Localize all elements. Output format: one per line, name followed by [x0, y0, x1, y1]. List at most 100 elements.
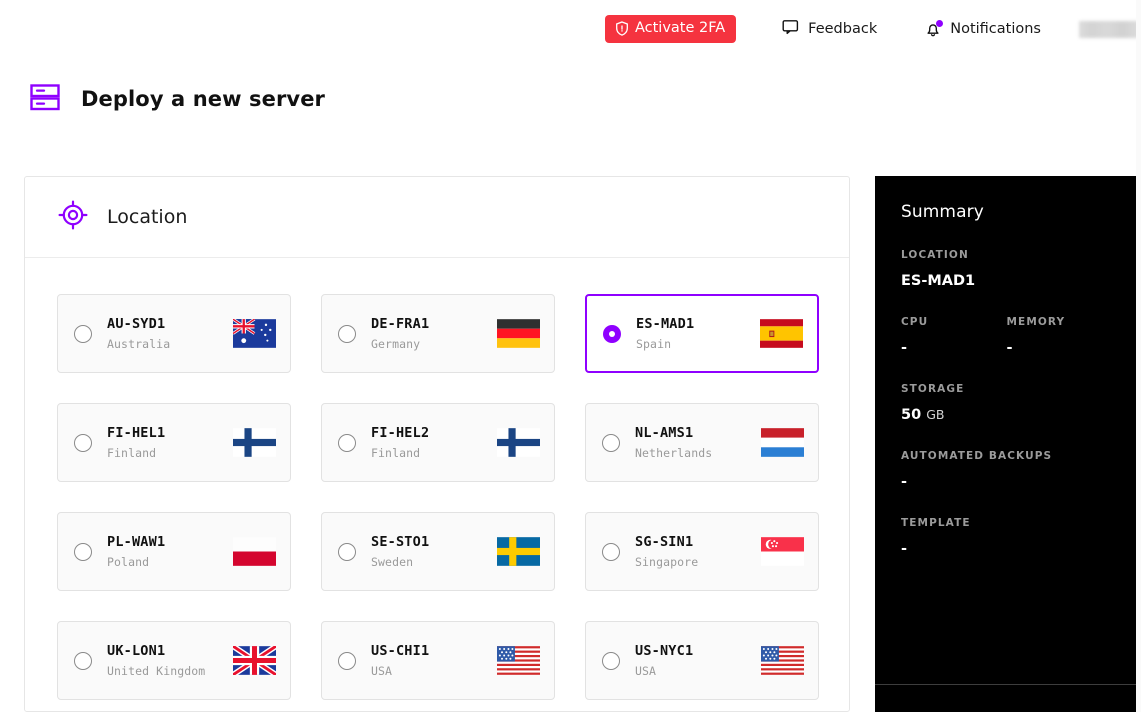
location-card-nl-ams1[interactable]: NL-AMS1 Netherlands: [585, 403, 819, 482]
location-country: Singapore: [635, 555, 699, 569]
location-card-text: US-CHI1 USA: [371, 643, 429, 678]
location-radio-sg-sin1[interactable]: [602, 542, 620, 561]
location-country: United Kingdom: [107, 664, 206, 678]
flag-icon-de: [497, 319, 540, 348]
location-card-uk-lon1[interactable]: UK-LON1 United Kingdom: [57, 621, 291, 700]
summary-cpu-label: CPU: [901, 316, 929, 328]
page-title: Deploy a new server: [81, 87, 326, 111]
location-radio-us-nyc1[interactable]: [602, 651, 620, 670]
flag-icon-us: [761, 646, 804, 675]
summary-template-label: TEMPLATE: [901, 517, 971, 529]
location-radio-de-fra1[interactable]: [338, 324, 356, 343]
feedback-label: Feedback: [808, 21, 878, 37]
location-country: Finland: [107, 446, 157, 460]
flag-icon-nl: [761, 428, 804, 457]
location-card-de-fra1[interactable]: DE-FRA1 Germany: [321, 294, 555, 373]
location-card-text: ES-MAD1 Spain: [636, 316, 694, 351]
location-code: FI-HEL1: [107, 425, 166, 441]
notifications-label: Notifications: [950, 21, 1041, 37]
summary-storage-unit: GB: [926, 407, 945, 422]
summary-memory-value: -: [1006, 340, 1013, 356]
summary-memory-block: MEMORY -: [1007, 316, 1113, 356]
location-card-au-syd1[interactable]: AU-SYD1 Australia: [57, 294, 291, 373]
location-code: SE-STO1: [371, 534, 430, 550]
location-code: FI-HEL2: [371, 425, 430, 441]
location-radio-es-mad1[interactable]: [603, 324, 621, 343]
location-card-text: NL-AMS1 Netherlands: [635, 425, 712, 460]
location-card-se-sto1[interactable]: SE-STO1 Sweden: [321, 512, 555, 591]
flag-icon-uk: [233, 646, 276, 675]
activate-2fa-button[interactable]: Activate 2FA: [604, 15, 737, 43]
flag-icon-us: [497, 646, 540, 675]
location-code: SG-SIN1: [635, 534, 694, 550]
activate-2fa-label: Activate 2FA: [634, 20, 726, 37]
location-country: Finland: [371, 446, 421, 460]
summary-memory-label: MEMORY: [1006, 316, 1066, 328]
server-icon: [28, 80, 62, 118]
notifications-button[interactable]: Notifications: [925, 19, 1041, 38]
location-card-text: FI-HEL1 Finland: [107, 425, 165, 460]
location-grid: AU-SYD1 Australia DE-FRA1 Germany ES-MAD1 S…: [25, 258, 849, 700]
page-heading: Deploy a new server: [28, 80, 325, 118]
location-radio-nl-ams1[interactable]: [602, 433, 620, 452]
location-panel: Location AU-SYD1 Australia DE-FRA1 Germany…: [24, 176, 850, 712]
notification-badge-dot: [936, 19, 944, 27]
location-radio-se-sto1[interactable]: [338, 542, 356, 561]
location-code: UK-LON1: [107, 643, 166, 659]
summary-location-block: LOCATION ES-MAD1: [901, 249, 1112, 289]
summary-backups-label: AUTOMATED BACKUPS: [901, 450, 1053, 462]
location-country: Poland: [107, 555, 150, 569]
summary-storage-number: 50: [901, 407, 922, 423]
location-code: PL-WAW1: [107, 534, 166, 550]
summary-divider: [875, 684, 1136, 685]
summary-storage-label: STORAGE: [901, 383, 965, 395]
location-card-text: AU-SYD1 Australia: [107, 316, 170, 351]
location-country: USA: [371, 664, 393, 678]
location-code: ES-MAD1: [636, 316, 695, 332]
location-card-es-mad1[interactable]: ES-MAD1 Spain: [585, 294, 819, 373]
location-code: NL-AMS1: [635, 425, 694, 441]
location-country: Netherlands: [635, 446, 713, 460]
location-card-text: SE-STO1 Sweden: [371, 534, 429, 569]
user-account-menu[interactable]: [1079, 20, 1141, 38]
location-country: Spain: [636, 337, 672, 351]
flag-icon-pl: [233, 537, 276, 566]
location-card-fi-hel1[interactable]: FI-HEL1 Finland: [57, 403, 291, 482]
deploy-server-page: Activate 2FA Feedback Notifications Depl…: [0, 0, 1141, 712]
summary-storage-value: 50 GB: [901, 407, 1112, 423]
location-country: Sweden: [371, 555, 414, 569]
crosshair-icon: [57, 199, 89, 235]
location-code: DE-FRA1: [371, 316, 430, 332]
location-card-text: FI-HEL2 Finland: [371, 425, 429, 460]
summary-template-value: -: [901, 541, 908, 557]
speech-bubble-icon: [782, 19, 799, 39]
location-radio-fi-hel1[interactable]: [74, 433, 92, 452]
top-bar: Activate 2FA Feedback Notifications: [0, 0, 1141, 58]
location-card-us-nyc1[interactable]: US-NYC1 USA: [585, 621, 819, 700]
location-card-pl-waw1[interactable]: PL-WAW1 Poland: [57, 512, 291, 591]
summary-cpu-memory-row: CPU - MEMORY -: [901, 316, 1112, 356]
location-radio-au-syd1[interactable]: [74, 324, 92, 343]
location-code: AU-SYD1: [107, 316, 166, 332]
location-radio-pl-waw1[interactable]: [74, 542, 92, 561]
location-code: US-CHI1: [371, 643, 430, 659]
location-card-text: SG-SIN1 Singapore: [635, 534, 698, 569]
location-radio-us-chi1[interactable]: [338, 651, 356, 670]
location-card-text: PL-WAW1 Poland: [107, 534, 165, 569]
flag-icon-se: [497, 537, 540, 566]
location-radio-uk-lon1[interactable]: [74, 651, 92, 670]
location-card-text: DE-FRA1 Germany: [371, 316, 429, 351]
location-code: US-NYC1: [635, 643, 694, 659]
location-card-fi-hel2[interactable]: FI-HEL2 Finland: [321, 403, 555, 482]
location-card-sg-sin1[interactable]: SG-SIN1 Singapore: [585, 512, 819, 591]
shield-icon: [615, 21, 629, 36]
location-country: Australia: [107, 337, 171, 351]
location-card-text: UK-LON1 United Kingdom: [107, 643, 205, 678]
location-radio-fi-hel2[interactable]: [338, 433, 356, 452]
feedback-button[interactable]: Feedback: [782, 19, 877, 39]
location-card-us-chi1[interactable]: US-CHI1 USA: [321, 621, 555, 700]
location-section-title: Location: [107, 206, 188, 228]
flag-icon-es: [760, 319, 803, 348]
location-country: USA: [635, 664, 657, 678]
summary-title: Summary: [901, 202, 984, 222]
